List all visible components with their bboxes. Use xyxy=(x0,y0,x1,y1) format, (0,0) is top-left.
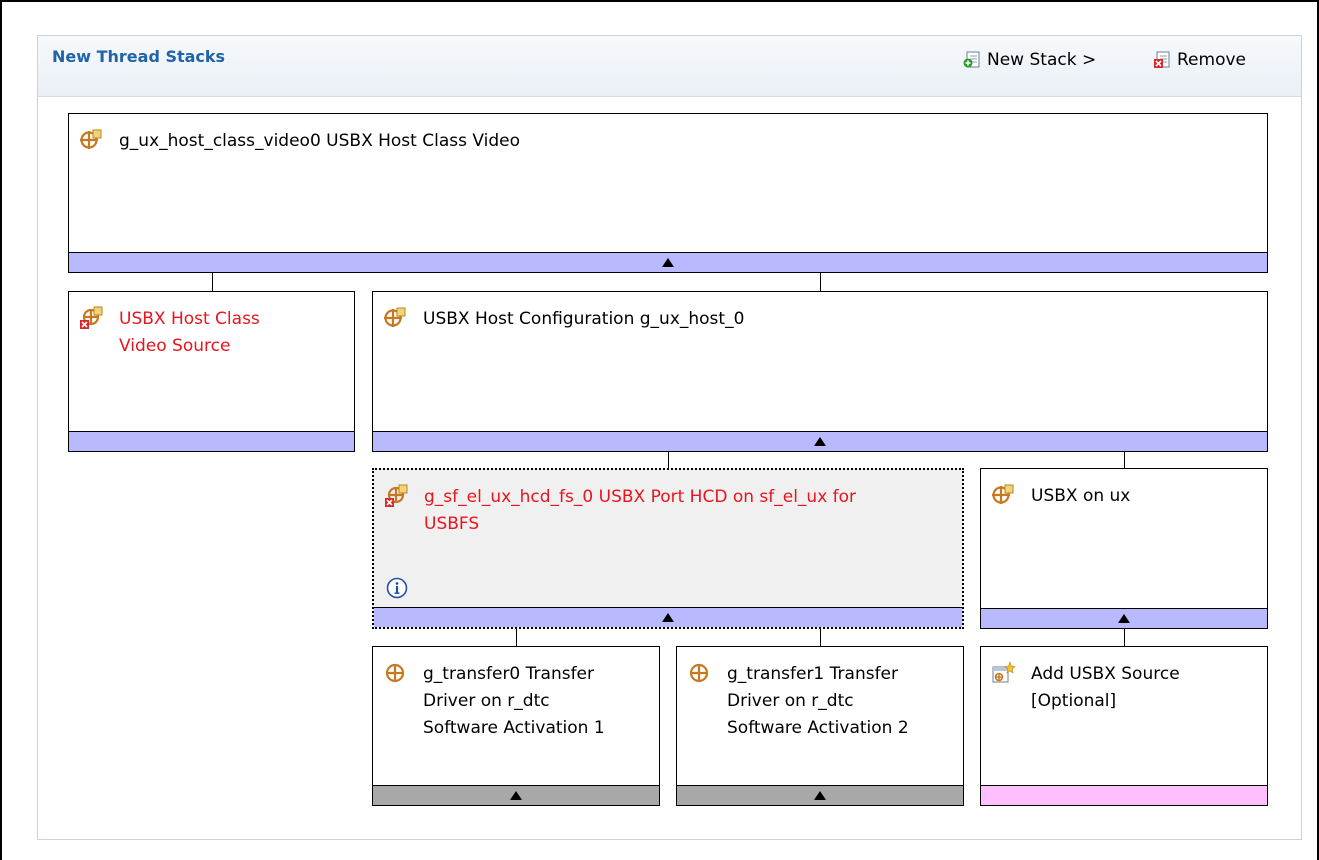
expand-arrow-icon xyxy=(662,258,674,267)
connector-line xyxy=(820,272,821,292)
module-icon xyxy=(80,129,102,149)
module-error-icon xyxy=(80,306,103,329)
module-error-icon xyxy=(385,484,408,507)
stack-node-usbx-on-ux[interactable]: USBX on ux xyxy=(980,468,1268,629)
node-label: g_transfer0 Transfer Driver on r_dtc Sof… xyxy=(423,661,605,742)
connector-line xyxy=(516,628,517,646)
connector-line xyxy=(1124,451,1125,469)
node-label-line: g_transfer1 Transfer xyxy=(727,664,899,684)
expand-bar[interactable] xyxy=(373,785,659,805)
module-icon xyxy=(384,307,406,327)
module-icon xyxy=(689,663,709,683)
node-label-line: Video Source xyxy=(119,336,231,356)
module-icon xyxy=(385,663,405,683)
node-label: USBX Host Configuration g_ux_host_0 xyxy=(423,309,745,329)
expand-bar[interactable] xyxy=(981,608,1267,628)
panel-header: New Thread Stacks New Stack > Remove xyxy=(38,36,1301,97)
node-label: g_transfer1 Transfer Driver on r_dtc Sof… xyxy=(727,661,909,742)
node-label-line: g_transfer0 Transfer xyxy=(423,664,595,684)
expand-arrow-icon xyxy=(1118,614,1130,623)
new-stack-icon xyxy=(963,51,980,68)
connector-line xyxy=(212,272,213,292)
stack-node-hcd[interactable]: g_sf_el_ux_hcd_fs_0 USBX Port HCD on sf_… xyxy=(372,468,964,629)
node-label: USBX on ux xyxy=(1031,486,1131,506)
new-stack-label: New Stack > xyxy=(987,50,1097,70)
node-label-line: Software Activation 1 xyxy=(423,718,605,738)
stack-node-video-source[interactable]: USBX Host Class Video Source xyxy=(68,291,355,452)
connector-line xyxy=(1124,628,1125,646)
node-label: g_ux_host_class_video0 USBX Host Class V… xyxy=(119,131,520,151)
stack-node-add-source[interactable]: Add USBX Source [Optional] xyxy=(980,646,1268,806)
panel-title: New Thread Stacks xyxy=(52,47,226,66)
connector-line xyxy=(668,451,669,469)
stack-node-host-config[interactable]: USBX Host Configuration g_ux_host_0 xyxy=(372,291,1268,452)
expand-arrow-icon xyxy=(814,437,826,446)
expand-bar[interactable] xyxy=(69,252,1267,272)
info-icon[interactable] xyxy=(386,577,408,599)
expand-bar[interactable] xyxy=(677,785,963,805)
expand-bar xyxy=(981,785,1267,805)
node-label-line: USBFS xyxy=(424,514,480,534)
module-icon xyxy=(992,484,1014,504)
node-label-line: g_sf_el_ux_hcd_fs_0 USBX Port HCD on sf_… xyxy=(424,487,857,507)
expand-arrow-icon xyxy=(814,791,826,800)
add-source-icon xyxy=(992,661,1015,683)
node-label: g_sf_el_ux_hcd_fs_0 USBX Port HCD on sf_… xyxy=(424,484,856,538)
node-label-line: USBX Host Class xyxy=(119,309,260,329)
remove-button[interactable]: Remove xyxy=(1153,50,1246,70)
stack-node-video-class[interactable]: g_ux_host_class_video0 USBX Host Class V… xyxy=(68,113,1268,273)
node-label: Add USBX Source [Optional] xyxy=(1031,661,1180,715)
expand-arrow-icon xyxy=(662,613,674,622)
stack-node-transfer1[interactable]: g_transfer1 Transfer Driver on r_dtc Sof… xyxy=(676,646,964,806)
expand-bar xyxy=(69,431,354,451)
node-label-line: Driver on r_dtc xyxy=(423,691,550,711)
node-label-line: Driver on r_dtc xyxy=(727,691,854,711)
remove-label: Remove xyxy=(1177,50,1246,70)
connector-line xyxy=(820,628,821,646)
stack-node-transfer0[interactable]: g_transfer0 Transfer Driver on r_dtc Sof… xyxy=(372,646,660,806)
node-label: USBX Host Class Video Source xyxy=(119,306,260,360)
expand-arrow-icon xyxy=(510,791,522,800)
node-label-line: Add USBX Source xyxy=(1031,664,1180,684)
expand-bar[interactable] xyxy=(373,431,1267,451)
expand-bar[interactable] xyxy=(374,607,962,627)
node-label-line: [Optional] xyxy=(1031,691,1117,711)
node-label-line: Software Activation 2 xyxy=(727,718,909,738)
new-stack-button[interactable]: New Stack > xyxy=(963,50,1096,70)
remove-icon xyxy=(1154,51,1170,68)
